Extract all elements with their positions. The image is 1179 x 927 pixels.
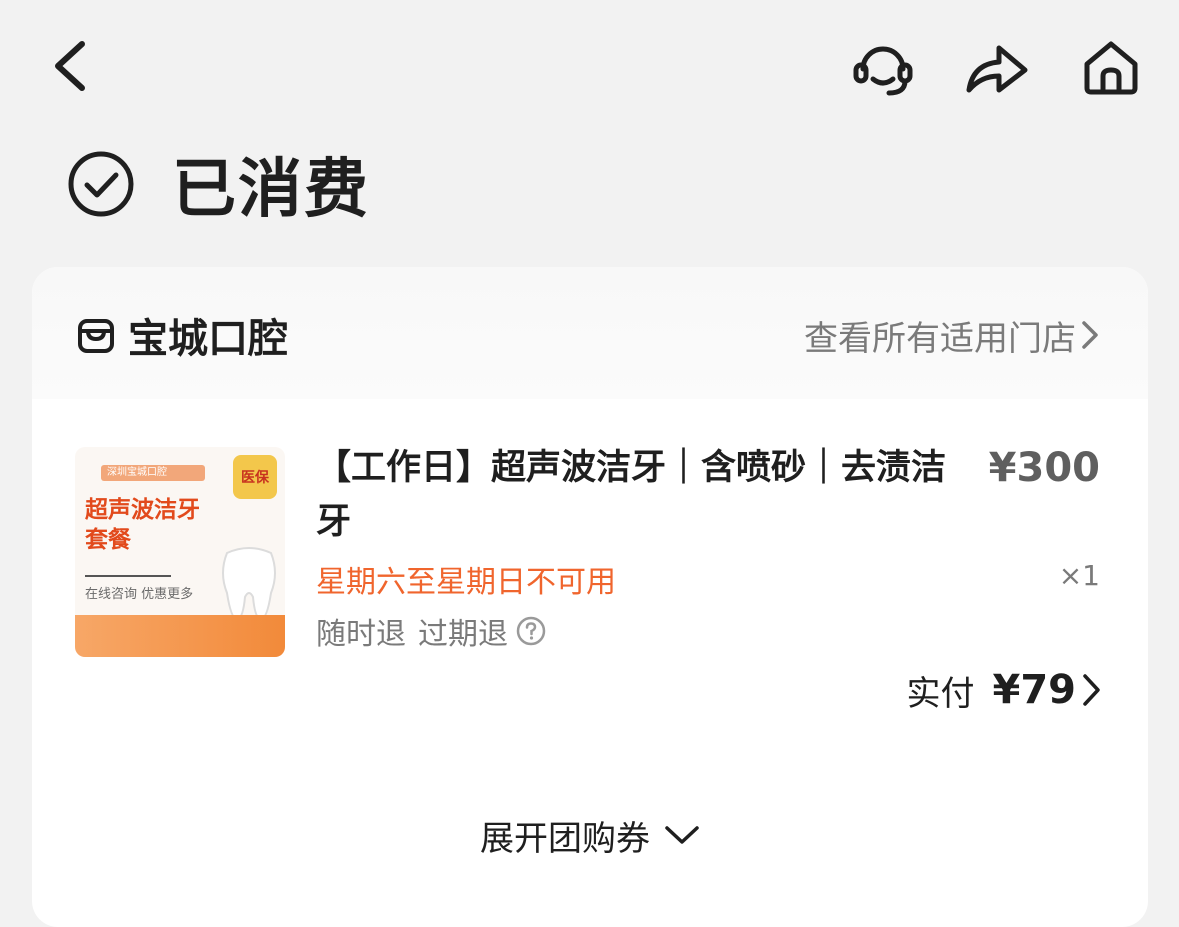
- thumbnail-divider: [85, 575, 171, 577]
- home-icon: [1084, 41, 1138, 95]
- quantity: ×1: [1058, 559, 1100, 592]
- order-status: 已消费: [66, 146, 370, 227]
- home-button[interactable]: [1078, 34, 1144, 100]
- thumbnail-logo-text: 深圳宝城口腔: [107, 467, 167, 478]
- thumbnail-bottom-band: [75, 615, 285, 657]
- view-all-stores-link[interactable]: 查看所有适用门店: [804, 311, 1102, 359]
- unit-price: ¥300: [988, 445, 1100, 491]
- customer-service-button[interactable]: [848, 36, 918, 100]
- tooth-icon: [222, 547, 276, 621]
- check-circle-icon: [68, 151, 134, 217]
- store-icon: [78, 319, 114, 353]
- chevron-down-icon: [665, 826, 699, 844]
- view-all-stores-label: 查看所有适用门店: [804, 318, 1076, 359]
- refund-policy: 随时退 过期退: [316, 609, 546, 653]
- product-thumbnail[interactable]: 深圳宝城口腔 医保 超声波洁牙 套餐 在线咨询 优惠更多: [75, 447, 285, 657]
- order-card: 宝城口腔 查看所有适用门店 深圳宝城口腔 医保 超声波洁牙 套餐 在线咨询 优惠…: [32, 267, 1148, 927]
- question-circle-icon[interactable]: [516, 616, 546, 646]
- thumbnail-logo-bar: 深圳宝城口腔: [101, 465, 205, 481]
- usage-restriction: 星期六至星期日不可用: [316, 565, 616, 600]
- shop-name-row[interactable]: 宝城口腔: [76, 307, 288, 363]
- chevron-left-icon: [55, 41, 85, 91]
- product-title[interactable]: 【工作日】超声波洁牙｜含喷砂｜去渍洁牙: [316, 441, 956, 549]
- shop-name: 宝城口腔: [128, 316, 288, 362]
- headset-icon: [853, 46, 913, 96]
- thumbnail-subtitle: 在线咨询 优惠更多: [85, 587, 194, 602]
- chevron-right-icon: [1083, 674, 1100, 706]
- expand-vouchers-label: 展开团购券: [480, 818, 650, 859]
- refund-expired-label: 过期退: [418, 617, 508, 652]
- status-title: 已消费: [172, 153, 370, 227]
- thumbnail-badge: 医保: [233, 455, 277, 499]
- back-button[interactable]: [40, 34, 100, 98]
- share-button[interactable]: [960, 36, 1032, 100]
- shop-header: 宝城口腔 查看所有适用门店: [32, 267, 1148, 399]
- paid-amount-row[interactable]: 实付 ¥79: [907, 663, 1105, 717]
- paid-label: 实付: [906, 673, 975, 714]
- refund-anytime-label: 随时退: [316, 617, 406, 652]
- paid-amount: ¥79: [992, 667, 1077, 713]
- share-arrow-icon: [966, 45, 1028, 93]
- top-navigation-bar: [0, 0, 1179, 140]
- chevron-right-icon: [1082, 321, 1098, 349]
- thumbnail-title-line1: 超声波洁牙: [85, 497, 200, 523]
- expand-vouchers-button[interactable]: 展开团购券: [32, 805, 1148, 865]
